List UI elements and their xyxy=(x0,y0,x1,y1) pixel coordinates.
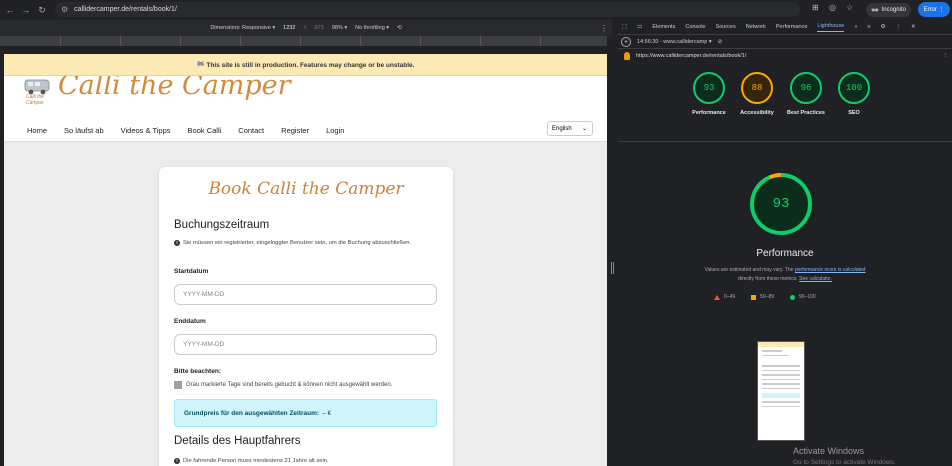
main-menu: Home So läufst ab Videos & Tipps Book Ca… xyxy=(27,126,361,135)
settings-icon[interactable]: ⚙ xyxy=(881,24,886,30)
score-seo[interactable]: 100 SEO xyxy=(834,72,874,117)
throttling-select[interactable]: No throttling ▾ xyxy=(355,25,389,31)
score-accessibility[interactable]: 88 Accessibility xyxy=(737,72,777,117)
lighthouse-icon xyxy=(624,51,630,60)
reload-icon[interactable]: ↻ xyxy=(34,5,50,16)
fail-triangle-icon xyxy=(714,294,720,300)
browser-toolbar: ← → ↻ ⚙ callidercamper.de/rentals/book/1… xyxy=(0,0,952,20)
height-input[interactable]: 875 xyxy=(315,25,324,31)
performance-description: Values are estimated and may vary. The p… xyxy=(704,267,866,282)
more-icon[interactable]: ⋮ xyxy=(896,24,902,30)
lighthouse-report-bar: + 14:56:30 - www.callidercamp ▾ ⊘ xyxy=(618,35,952,49)
translate-icon[interactable]: ⊞ xyxy=(812,3,819,12)
more-options-icon[interactable]: ⋮ xyxy=(600,24,608,33)
booking-card: Book Calli the Camper Buchungszeitraum !… xyxy=(159,167,453,466)
booked-days-note: Grau markierte Tage sind bereits gebucht… xyxy=(174,381,392,389)
performance-title: Performance xyxy=(756,248,814,259)
performance-score: 93 xyxy=(772,196,790,212)
incognito-icon: 🕶 xyxy=(871,7,879,14)
menu-book-calli[interactable]: Book Calli xyxy=(188,126,222,135)
score-summary: 93 Performance 88 Accessibility 96 Best … xyxy=(618,72,952,152)
divider xyxy=(618,141,952,142)
devtools-panel: ⬚ ▭ Elements Console Sources Network Per… xyxy=(618,20,952,466)
menu-register[interactable]: Register xyxy=(281,126,309,135)
start-date-input[interactable]: YYYY-MM-DD xyxy=(174,284,437,305)
site-header: Calli the Camper Calli the Camper Home S… xyxy=(4,70,607,142)
tab-sources[interactable]: Sources xyxy=(716,24,736,30)
average-square-icon xyxy=(751,294,757,300)
menu-login[interactable]: Login xyxy=(326,126,344,135)
end-date-input[interactable]: YYYY-MM-DD xyxy=(174,334,437,355)
note-label: Bitte beachten: xyxy=(174,368,221,375)
back-icon[interactable]: ← xyxy=(2,5,18,15)
tab-console[interactable]: Console xyxy=(685,24,705,30)
menu-videos-tips[interactable]: Videos & Tipps xyxy=(121,126,171,135)
more-tabs-icon[interactable]: » xyxy=(854,24,857,30)
page-viewport: Calli the Camper Calli the Camper Home S… xyxy=(4,54,607,466)
url-text: callidercamper.de/rentals/book/1/ xyxy=(74,6,177,13)
width-input[interactable]: 1232 xyxy=(283,25,295,31)
chevron-down-icon: ⌄ xyxy=(581,126,587,132)
clear-icon[interactable]: ⊘ xyxy=(718,39,723,45)
score-ranges-legend: 0–49 50–89 90–100 xyxy=(714,294,816,300)
production-warning-banner: 🏁 This site is still in production. Feat… xyxy=(4,54,607,76)
driver-age-info: ! Die fahrende Person muss mindestens 21 … xyxy=(174,457,424,466)
device-toolbar: Dimensions: Responsive ▾ 1232 × 875 98% … xyxy=(0,20,612,36)
grey-square-icon xyxy=(174,381,182,389)
media-query-ruler[interactable] xyxy=(0,36,612,46)
new-report-icon[interactable]: + xyxy=(621,36,631,47)
splitter-grip-icon[interactable] xyxy=(611,262,614,274)
score-calculated-link[interactable]: performance score is calculated xyxy=(795,267,866,273)
info-icon: ! xyxy=(174,458,180,464)
login-info: ! Sie müssen ein registrierter, eingelogg… xyxy=(174,239,424,248)
tab-lighthouse[interactable]: Lighthouse xyxy=(817,23,845,32)
final-screenshot-thumbnail[interactable] xyxy=(757,341,805,441)
forward-icon[interactable]: → xyxy=(18,5,34,15)
start-date-label: Startdatum xyxy=(174,268,209,275)
logo-caption: Calli the Camper xyxy=(26,94,45,106)
end-date-label: Enddatum xyxy=(174,318,206,325)
report-menu-icon[interactable]: ⋮ xyxy=(943,53,949,59)
rotate-icon[interactable]: ⟲ xyxy=(397,25,402,31)
windows-watermark-sub: Go to Settings to activate Windows. xyxy=(793,459,896,466)
report-selector[interactable]: 14:56:30 - www.callidercamp ▾ xyxy=(637,39,712,45)
score-best-practices[interactable]: 96 Best Practices xyxy=(786,72,826,117)
panel-splitter[interactable] xyxy=(607,36,618,466)
eye-off-icon[interactable]: ◎ xyxy=(829,3,836,12)
incognito-badge[interactable]: 🕶 Incognito xyxy=(866,3,911,17)
report-url[interactable]: https://www.callidercamper.de/rentals/bo… xyxy=(636,53,746,59)
score-performance[interactable]: 93 Performance xyxy=(689,72,729,117)
windows-watermark: Activate Windows xyxy=(793,446,865,456)
bookmark-star-icon[interactable]: ☆ xyxy=(846,3,853,12)
inspect-icon[interactable]: ⬚ xyxy=(622,24,627,30)
dimension-separator: × xyxy=(303,25,307,31)
zoom-select[interactable]: 98% ▾ xyxy=(332,25,347,31)
section-main-driver: Details des Hauptfahrers xyxy=(174,435,301,447)
menu-contact[interactable]: Contact xyxy=(238,126,264,135)
issues-icon[interactable]: ≡ xyxy=(867,24,870,30)
address-bar[interactable]: ⚙ callidercamper.de/rentals/book/1/ xyxy=(55,2,800,17)
close-icon[interactable]: ✕ xyxy=(911,24,916,30)
section-booking-period: Buchungszeitraum xyxy=(174,219,270,231)
pass-circle-icon xyxy=(790,294,796,300)
error-button[interactable]: Error ⋮ xyxy=(918,2,950,17)
language-select[interactable]: English ⌄ xyxy=(547,121,593,136)
calculator-link[interactable]: See calculator. xyxy=(799,276,832,282)
site-info-icon[interactable]: ⚙ xyxy=(61,5,68,14)
tab-elements[interactable]: Elements xyxy=(652,24,675,30)
tab-performance[interactable]: Performance xyxy=(776,24,808,30)
report-url-row: https://www.callidercamper.de/rentals/bo… xyxy=(618,49,952,62)
tab-network[interactable]: Network xyxy=(746,24,766,30)
info-icon: ! xyxy=(174,240,180,246)
booking-title: Book Calli the Camper xyxy=(208,179,404,199)
menu-home[interactable]: Home xyxy=(27,126,47,135)
price-value: – € xyxy=(322,409,332,417)
device-mode-icon[interactable]: ▭ xyxy=(637,24,642,30)
dimensions-select[interactable]: Dimensions: Responsive ▾ xyxy=(210,25,275,31)
price-alert: Grundpreis für den ausgewählten Zeitraum… xyxy=(174,399,437,427)
devtools-tabs: ⬚ ▭ Elements Console Sources Network Per… xyxy=(618,20,952,35)
menu-how-it-works[interactable]: So läufst ab xyxy=(64,126,104,135)
